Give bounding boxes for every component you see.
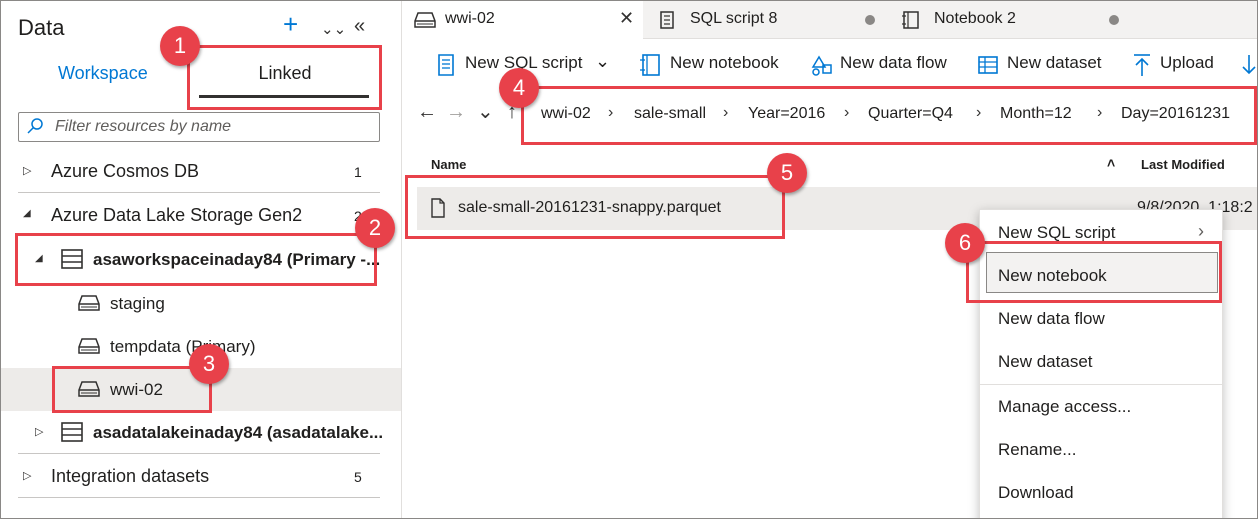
sql-script-icon [438, 54, 454, 76]
annotation-badge-1: 1 [160, 26, 200, 66]
filter-placeholder: Filter resources by name [55, 118, 232, 135]
count-badge: 1 [354, 164, 362, 180]
tree-item-staging[interactable]: staging [1, 282, 401, 325]
upload-icon [1134, 54, 1150, 76]
divider [18, 453, 380, 454]
sort-ascending-icon[interactable]: ˄ [1107, 155, 1115, 171]
tab-workspace[interactable]: Workspace [58, 63, 148, 84]
notebook-icon [640, 54, 660, 76]
tree-item-cosmos[interactable]: ▷ Azure Cosmos DB 1 [1, 150, 401, 193]
container-icon [78, 338, 100, 354]
add-icon[interactable]: + [283, 11, 298, 37]
column-header-modified[interactable]: Last Modified [1141, 157, 1225, 172]
panel-title: Data [18, 15, 65, 40]
tree-item-second-account[interactable]: ▷ asadatalakeinaday84 (asadatalake... [1, 411, 401, 454]
editor-tab-bar: wwi-02 ✕ SQL script 8 Notebook 2 [403, 1, 1257, 39]
unsaved-dot [865, 15, 875, 25]
count-badge: 5 [354, 469, 362, 485]
chevron-down-icon[interactable]: ⌄ [595, 51, 610, 72]
storage-account-icon [61, 422, 83, 442]
menu-item-new-data-flow[interactable]: New data flow [998, 309, 1105, 329]
filter-input[interactable]: Filter resources by name [18, 112, 380, 142]
app-frame: Data + ⌄⌄ « Workspace Linked Filter reso… [0, 0, 1258, 519]
expand-icon[interactable]: ▷ [35, 425, 43, 438]
menu-item-manage-access[interactable]: Manage access... [998, 397, 1131, 417]
new-notebook-button[interactable]: New notebook [670, 53, 779, 73]
unsaved-dot [1109, 15, 1119, 25]
expand-icon[interactable]: ▷ [23, 469, 31, 482]
tab-wwi02[interactable]: wwi-02 ✕ [403, 1, 643, 39]
annotation-badge-2: 2 [355, 208, 395, 248]
forward-arrow-icon[interactable]: → [446, 101, 466, 124]
divider [18, 192, 380, 193]
menu-item-new-sql-script[interactable]: New SQL script [998, 223, 1115, 243]
annotation-badge-6: 6 [945, 223, 985, 263]
annotation-badge-4: 4 [499, 68, 539, 108]
new-data-flow-button[interactable]: New data flow [840, 53, 947, 73]
chevron-down-icon[interactable]: ⌄ [477, 99, 494, 124]
tree-label: asadatalakeinaday84 (asadatalake... [93, 423, 384, 442]
annotation-box-4 [521, 86, 1257, 145]
back-arrow-icon[interactable]: ← [417, 101, 437, 124]
annotation-box-1 [187, 45, 382, 110]
annotation-badge-5: 5 [767, 153, 807, 193]
sql-script-icon [660, 11, 674, 29]
collapse-icon[interactable]: ◢ [23, 208, 31, 219]
divider [18, 497, 380, 498]
menu-divider [980, 384, 1222, 385]
tab-label: wwi-02 [445, 10, 495, 27]
tree-item-integration-datasets[interactable]: ▷ Integration datasets 5 [1, 455, 401, 498]
tree-item-adls[interactable]: ◢ Azure Data Lake Storage Gen2 2 [1, 194, 401, 237]
tree-label: Integration datasets [51, 466, 210, 486]
search-icon [27, 118, 43, 134]
tab-label: SQL script 8 [690, 10, 778, 27]
download-icon[interactable] [1241, 53, 1257, 77]
tab-notebook-2[interactable]: Notebook 2 [891, 1, 1131, 39]
tree-label: Azure Cosmos DB [51, 161, 200, 181]
tab-sql-script-8[interactable]: SQL script 8 [647, 1, 887, 39]
annotation-box-6 [966, 241, 1222, 303]
tree-label: tempdata (Primary) [110, 337, 256, 356]
tree-label: staging [110, 294, 165, 313]
annotation-box-5 [405, 175, 785, 239]
expand-icon[interactable]: ▷ [23, 164, 31, 177]
menu-item-new-dataset[interactable]: New dataset [998, 352, 1093, 372]
column-header-name[interactable]: Name [431, 157, 466, 172]
container-icon [414, 12, 436, 28]
new-dataset-button[interactable]: New dataset [1007, 53, 1102, 73]
close-icon[interactable]: ✕ [619, 8, 634, 29]
chevron-right-icon: › [1198, 221, 1204, 241]
notebook-icon [902, 11, 919, 29]
collapse-all-icon[interactable]: ⌄⌄ [321, 18, 346, 42]
annotation-badge-3: 3 [189, 344, 229, 384]
dataset-icon [978, 56, 998, 74]
menu-item-download[interactable]: Download [998, 483, 1074, 503]
upload-button[interactable]: Upload [1160, 53, 1214, 73]
annotation-box-2 [15, 233, 377, 286]
data-flow-icon [811, 55, 832, 76]
tree-label: Azure Data Lake Storage Gen2 [51, 205, 303, 225]
container-icon [78, 295, 100, 311]
tab-label: Notebook 2 [934, 10, 1016, 27]
annotation-box-3 [52, 366, 212, 413]
menu-item-rename[interactable]: Rename... [998, 440, 1076, 460]
collapse-panel-icon[interactable]: « [354, 14, 365, 38]
